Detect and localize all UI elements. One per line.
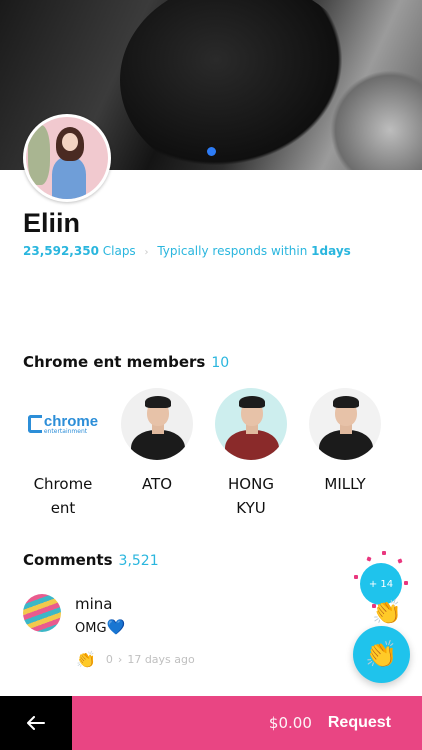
clap-icon[interactable]: 👏 xyxy=(76,650,96,669)
bottom-bar: $0.00 Request xyxy=(0,696,422,750)
request-label: Request xyxy=(327,714,391,731)
logo-sub-text: entertainment xyxy=(43,427,88,435)
sparkle-icon xyxy=(382,551,386,555)
comments-count: 3,521 xyxy=(118,553,159,569)
members-list: chrome entertainment Chrome ent ATO HONG K… xyxy=(16,388,406,520)
comment-text: OMG💙 xyxy=(75,618,126,636)
profile-name: Eliin xyxy=(23,208,81,238)
separator-icon: › xyxy=(144,247,149,258)
separator-icon: › xyxy=(117,653,123,666)
back-button[interactable] xyxy=(0,696,72,750)
members-title: Chrome ent members xyxy=(23,353,206,371)
logo-mark-icon xyxy=(27,415,42,433)
request-button[interactable]: $0.00 Request xyxy=(72,696,422,750)
member-name: MILLY xyxy=(324,475,366,493)
comment-footer: 👏 0 › 17 days ago xyxy=(76,650,195,669)
heart-emoji: 💙 xyxy=(106,618,126,636)
response-label: Typically responds within xyxy=(157,244,308,258)
arrow-left-icon xyxy=(27,716,45,730)
member-name: Chrome ent xyxy=(33,475,93,517)
profile-avatar[interactable] xyxy=(23,114,111,202)
comments-header: Comments 3,521 xyxy=(23,551,159,569)
profile-meta: 23,592,350 Claps › Typically responds wi… xyxy=(23,244,351,258)
avatar-image xyxy=(26,117,108,199)
sparkle-icon xyxy=(354,575,358,579)
sparkle-icon xyxy=(397,558,403,564)
member-avatar xyxy=(309,388,381,460)
comments-title: Comments xyxy=(23,551,113,569)
carousel-indicator xyxy=(207,147,216,156)
clap-icon: 👏 xyxy=(365,639,398,670)
members-header: Chrome ent members 10 xyxy=(23,353,229,371)
clap-button[interactable]: 👏 xyxy=(353,626,410,683)
member-milly[interactable]: MILLY xyxy=(298,388,392,520)
commenter-name[interactable]: mina xyxy=(75,595,112,613)
sparkle-icon xyxy=(366,556,372,562)
member-ato[interactable]: ATO xyxy=(110,388,204,520)
claps-label: Claps xyxy=(102,244,136,258)
member-hong-kyu[interactable]: HONG KYU xyxy=(204,388,298,520)
comment-time: 17 days ago xyxy=(127,653,195,666)
logo-main-text: chrome xyxy=(43,412,99,430)
comment-clap-count: 0 xyxy=(105,653,113,666)
sparkle-icon xyxy=(404,581,408,585)
member-name: ATO xyxy=(141,475,173,493)
clap-icon: 👏 xyxy=(372,598,402,626)
commenter-avatar[interactable] xyxy=(23,594,61,632)
claps-count: 23,592,350 xyxy=(23,244,99,258)
member-avatar xyxy=(121,388,193,460)
response-time: 1days xyxy=(311,244,351,258)
member-name: HONG KYU xyxy=(228,475,274,517)
members-count: 10 xyxy=(211,355,230,371)
chrome-logo: chrome entertainment xyxy=(27,388,99,460)
request-price: $0.00 xyxy=(268,714,312,732)
member-chrome-ent[interactable]: chrome entertainment Chrome ent xyxy=(16,388,110,520)
member-avatar xyxy=(215,388,287,460)
